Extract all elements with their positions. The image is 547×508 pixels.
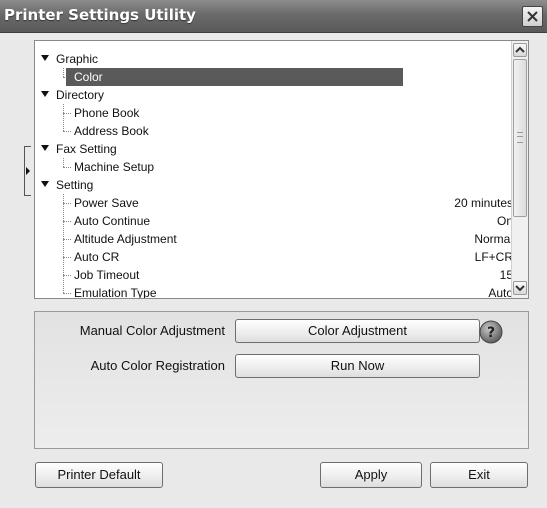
tree-item-emulation-type[interactable]: Emulation Type Auto <box>35 284 513 299</box>
tree-item-auto-continue[interactable]: Auto Continue On <box>35 212 513 230</box>
tree-item-power-save[interactable]: Power Save 20 minutes <box>35 194 513 212</box>
tree-item-job-timeout[interactable]: Job Timeout 15 <box>35 266 513 284</box>
expand-arrow-icon[interactable] <box>41 55 49 61</box>
tree-node-graphic[interactable]: Graphic <box>35 50 513 68</box>
tree-item-auto-cr[interactable]: Auto CR LF+CR <box>35 248 513 266</box>
expand-arrow-icon <box>41 91 49 97</box>
help-icon[interactable]: ? <box>479 320 503 344</box>
scroll-thumb[interactable] <box>513 59 527 217</box>
setting-value: 20 minutes <box>454 196 513 210</box>
title-bar: Printer Settings Utility <box>0 0 547 33</box>
svg-text:?: ? <box>487 325 495 341</box>
tree-item-altitude-adjustment[interactable]: Altitude Adjustment Normal <box>35 230 513 248</box>
tree-item-machine-setup[interactable]: Machine Setup <box>35 158 513 176</box>
run-now-button[interactable]: Run Now <box>235 354 480 378</box>
expand-arrow-icon <box>41 145 49 151</box>
tree-node-directory[interactable]: Directory <box>35 86 513 104</box>
tree-item-color[interactable]: Color <box>35 68 513 86</box>
close-button[interactable] <box>522 6 543 27</box>
tree-item-phone-book[interactable]: Phone Book <box>35 104 513 122</box>
scroll-down-icon <box>515 285 525 292</box>
expand-arrow-icon <box>41 181 49 187</box>
settings-tree[interactable]: Graphic Color Directory Phone Book Addre… <box>34 40 529 299</box>
scroll-up-icon <box>515 46 525 53</box>
setting-value: Auto <box>488 286 513 299</box>
printer-settings-window: Printer Settings Utility Graphic Color D… <box>0 0 547 508</box>
close-icon <box>527 11 538 22</box>
scroll-down-button[interactable] <box>513 281 527 295</box>
tree-item-address-book[interactable]: Address Book <box>35 122 513 140</box>
tree-scrollbar[interactable] <box>511 41 528 298</box>
panel-collapse-tab[interactable] <box>24 146 31 196</box>
setting-value: LF+CR <box>474 250 513 264</box>
tree-node-fax-setting[interactable]: Fax Setting <box>35 140 513 158</box>
scroll-grip-icon <box>517 132 523 143</box>
window-title: Printer Settings Utility <box>4 6 196 24</box>
printer-default-button[interactable]: Printer Default <box>35 462 163 488</box>
apply-button[interactable]: Apply <box>320 462 422 488</box>
setting-value: Normal <box>474 232 513 246</box>
color-adjustment-button[interactable]: Color Adjustment <box>235 319 480 343</box>
auto-registration-label: Auto Color Registration <box>90 358 225 373</box>
scroll-up-button[interactable] <box>513 43 527 57</box>
tree-node-setting[interactable]: Setting <box>35 176 513 194</box>
manual-color-label: Manual Color Adjustment <box>79 323 225 338</box>
exit-button[interactable]: Exit <box>430 462 528 488</box>
arrow-right-icon <box>26 167 30 175</box>
color-actions-panel: Manual Color Adjustment Color Adjustment… <box>34 311 529 449</box>
